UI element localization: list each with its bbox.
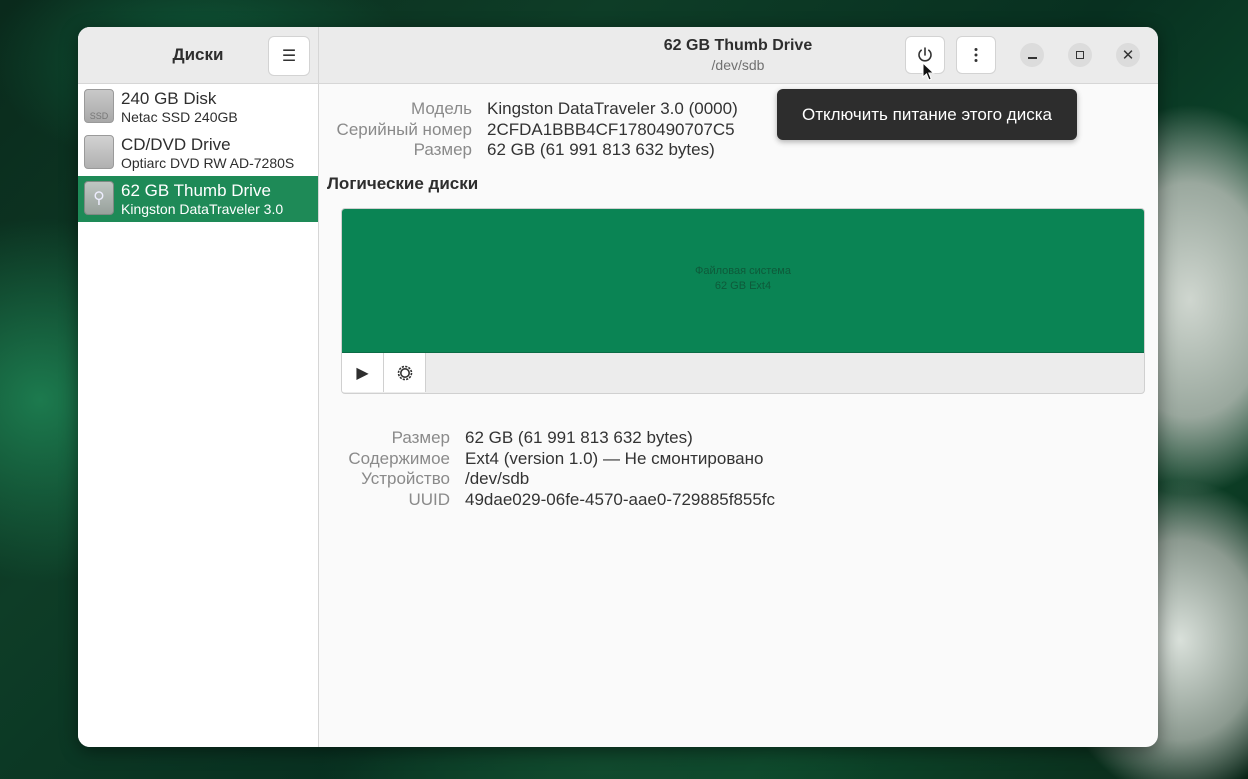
usb-drive-icon: ⚲ (84, 181, 114, 215)
size-row: Размер 62 GB (61 991 813 632 bytes) (319, 140, 1158, 162)
drive-model: Kingston DataTraveler 3.0 (121, 201, 284, 217)
play-icon: ▶ (356, 364, 369, 382)
volume-size-value: 62 GB (61 991 813 632 bytes) (465, 428, 693, 447)
volume-uuid-label: UUID (408, 490, 450, 509)
minimize-icon (1027, 57, 1037, 59)
sidebar-header: Диски ☰ (78, 27, 318, 84)
close-icon: ✕ (1121, 46, 1135, 64)
volume-device-label: Устройство (361, 469, 450, 488)
model-value: Kingston DataTraveler 3.0 (0000) (487, 99, 738, 118)
serial-label: Серийный номер (336, 120, 472, 139)
mouse-pointer-icon (922, 62, 935, 81)
partition-size: 62 GB Ext4 (714, 280, 772, 292)
partition-type: Файловая система (695, 265, 791, 277)
volume-uuid-value: 49dae029-06fe-4570-aae0-729885f855fc (465, 490, 776, 509)
volume-device-row: Устройство /dev/sdb (319, 469, 1158, 491)
sidebar-item-thumb-drive[interactable]: ⚲ 62 GB Thumb Drive Kingston DataTravele… (78, 176, 318, 222)
volume-contents-value: Ext4 (version 1.0) — Не смонтировано (465, 449, 764, 468)
volume-size-label: Размер (391, 428, 450, 447)
volume-contents-row: Содержимое Ext4 (version 1.0) — Не смонт… (319, 449, 1158, 471)
kebab-menu-icon (974, 48, 978, 62)
size-value: 62 GB (61 991 813 632 bytes) (487, 140, 715, 159)
volumes-heading: Логические диски (327, 174, 479, 193)
serial-value: 2CFDA1BBB4CF1780490707C5 (487, 120, 735, 139)
optical-drive-icon (84, 135, 114, 169)
power-off-tooltip: Отключить питание этого диска (777, 89, 1077, 140)
partition-settings-button[interactable] (384, 353, 426, 392)
partition-block[interactable]: Файловая система 62 GB Ext4 (342, 209, 1144, 353)
size-label: Размер (413, 140, 472, 159)
volume-map: Файловая система 62 GB Ext4 ▶ (341, 208, 1145, 394)
sidebar-item-240gb-disk[interactable]: SSD 240 GB Disk Netac SSD 240GB (78, 84, 318, 130)
sidebar: Диски ☰ SSD 240 GB Disk Netac SSD 240GB … (78, 27, 319, 747)
mount-button[interactable]: ▶ (342, 353, 384, 392)
volume-contents-label: Содержимое (348, 449, 450, 468)
drive-model: Optiarc DVD RW AD-7280S (121, 155, 295, 171)
hamburger-icon: ☰ (281, 48, 297, 65)
volume-device-value: /dev/sdb (465, 469, 530, 488)
close-button[interactable]: ✕ (1116, 43, 1140, 67)
ssd-drive-icon: SSD (84, 89, 114, 123)
model-label: Модель (410, 99, 472, 118)
drive-details: Модель Kingston DataTraveler 3.0 (0000) … (319, 84, 1158, 747)
drive-name: CD/DVD Drive (121, 135, 231, 154)
menu-button[interactable]: ☰ (268, 36, 310, 76)
minimize-button[interactable] (1020, 43, 1044, 67)
drive-options-button[interactable] (956, 36, 996, 74)
volume-toolbar: ▶ (342, 353, 1144, 393)
volume-uuid-row: UUID 49dae029-06fe-4570-aae0-729885f855f… (319, 490, 1158, 512)
gear-icon (397, 365, 412, 380)
volume-size-row: Размер 62 GB (61 991 813 632 bytes) (319, 428, 1158, 450)
drive-name: 240 GB Disk (121, 89, 217, 108)
drive-name: 62 GB Thumb Drive (121, 181, 271, 200)
main-header: 62 GB Thumb Drive /dev/sdb ✕ (319, 27, 1158, 84)
sidebar-item-cd-dvd-drive[interactable]: CD/DVD Drive Optiarc DVD RW AD-7280S (78, 130, 318, 176)
maximize-button[interactable] (1068, 43, 1092, 67)
drive-model: Netac SSD 240GB (121, 109, 238, 125)
maximize-icon (1076, 51, 1084, 59)
